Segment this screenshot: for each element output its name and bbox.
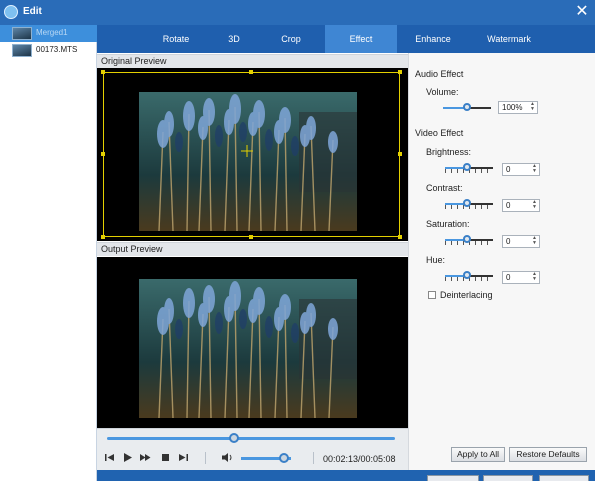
crop-handle[interactable] (101, 235, 105, 239)
skip-start-icon[interactable] (103, 451, 116, 464)
contrast-spinbox[interactable]: 0 ▲ ▼ (502, 199, 540, 212)
seek-handle[interactable] (228, 433, 239, 443)
file-thumbnail (12, 44, 32, 57)
hue-spinbox[interactable]: 0 ▲ ▼ (502, 271, 540, 284)
volume-handle[interactable] (278, 453, 289, 463)
app-icon (4, 5, 18, 19)
divider (313, 452, 314, 464)
volume-label: Volume: (426, 87, 459, 97)
play-icon[interactable] (121, 451, 134, 464)
contrast-label: Contrast: (426, 183, 463, 193)
video-frame (139, 279, 357, 418)
window-title: Edit (23, 6, 42, 17)
output-preview (97, 257, 408, 428)
spin-arrows[interactable]: ▲ ▼ (530, 102, 535, 112)
spin-arrows[interactable]: ▲ ▼ (532, 200, 537, 210)
crop-handle[interactable] (101, 152, 105, 156)
brightness-spinbox[interactable]: 0 ▲ ▼ (502, 163, 540, 176)
deinterlacing-checkbox[interactable] (428, 291, 436, 299)
deinterlacing-label: Deinterlacing (440, 290, 493, 300)
skip-end-icon[interactable] (177, 451, 190, 464)
spin-arrows[interactable]: ▲ ▼ (532, 164, 537, 174)
file-name: Merged1 (36, 28, 68, 37)
crop-handle[interactable] (398, 152, 402, 156)
video-effect-heading: Video Effect (415, 128, 464, 138)
title-bar: Edit ✕ (0, 0, 595, 25)
tab-enhance[interactable]: Enhance (399, 25, 467, 53)
bottom-button[interactable] (427, 475, 479, 481)
spin-arrows[interactable]: ▲ ▼ (532, 236, 537, 246)
contrast-handle[interactable] (463, 199, 471, 207)
file-name: 00173.MTS (36, 45, 78, 54)
brightness-handle[interactable] (463, 163, 471, 171)
file-item-mts[interactable]: 00173.MTS (0, 42, 97, 59)
volume-spinbox[interactable]: 100% ▲ ▼ (498, 101, 538, 114)
apply-to-all-button[interactable]: Apply to All (451, 447, 505, 462)
volume-value: 100% (502, 103, 523, 112)
contrast-value: 0 (506, 201, 511, 210)
file-list: Merged1 00173.MTS (0, 25, 97, 481)
saturation-handle[interactable] (463, 235, 471, 243)
saturation-label: Saturation: (426, 219, 470, 229)
seek-bar[interactable] (107, 437, 395, 440)
crosshair-icon (241, 145, 253, 157)
stop-icon[interactable] (159, 451, 172, 464)
spin-arrows[interactable]: ▲ ▼ (532, 272, 537, 282)
brightness-label: Brightness: (426, 147, 472, 157)
output-preview-label: Output Preview (97, 242, 408, 256)
file-item-merged[interactable]: Merged1 (0, 25, 97, 42)
bottom-bar (97, 470, 595, 481)
player-controls: 00:02:13/00:05:08 (97, 428, 408, 470)
volume-effect-handle[interactable] (463, 103, 471, 111)
divider (205, 452, 206, 464)
original-preview (97, 68, 408, 241)
restore-defaults-button[interactable]: Restore Defaults (509, 447, 587, 462)
close-icon[interactable]: ✕ (574, 3, 590, 21)
fast-forward-icon[interactable] (139, 451, 152, 464)
crop-handle[interactable] (249, 235, 253, 239)
crop-handle[interactable] (249, 70, 253, 74)
tab-3d[interactable]: 3D (209, 25, 259, 53)
file-thumbnail (12, 27, 32, 40)
hue-handle[interactable] (463, 271, 471, 279)
tab-effect[interactable]: Effect (325, 25, 397, 53)
brightness-value: 0 (506, 165, 511, 174)
crop-handle[interactable] (101, 70, 105, 74)
hue-label: Hue: (426, 255, 446, 265)
tab-crop[interactable]: Crop (261, 25, 321, 53)
hue-value: 0 (506, 273, 511, 282)
audio-effect-heading: Audio Effect (415, 69, 464, 79)
volume-icon[interactable] (221, 451, 234, 464)
crop-handle[interactable] (398, 70, 402, 74)
tab-watermark[interactable]: Watermark (469, 25, 549, 53)
saturation-value: 0 (506, 237, 511, 246)
bottom-button[interactable] (483, 475, 533, 481)
tab-bar: Rotate 3D Crop Effect Enhance Watermark (97, 25, 595, 53)
tab-rotate[interactable]: Rotate (145, 25, 207, 53)
crop-handle[interactable] (398, 235, 402, 239)
original-preview-label: Original Preview (97, 54, 408, 68)
bottom-button[interactable] (539, 475, 589, 481)
timecode: 00:02:13/00:05:08 (323, 454, 396, 464)
saturation-spinbox[interactable]: 0 ▲ ▼ (502, 235, 540, 248)
effect-panel: Audio Effect Volume: 100% ▲ ▼ Video Effec… (408, 53, 595, 470)
